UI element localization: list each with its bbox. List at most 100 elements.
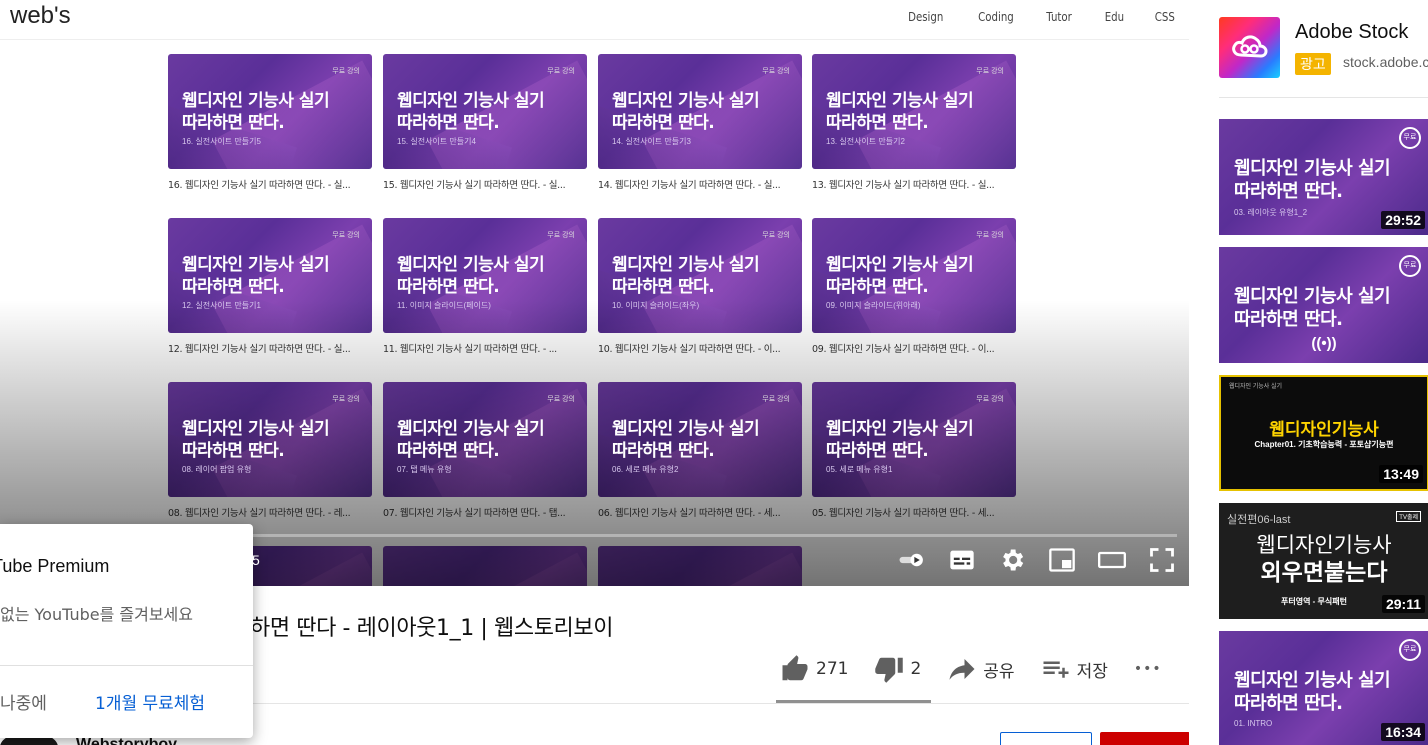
video-player[interactable]: web's Design Coding Tutor Edu CSS 무료 강의 웹디자인 … [0, 0, 1189, 586]
thumbnail-title: 웹디자인 기능사 실기 따라하면 딴다. [182, 254, 330, 298]
recommended-thumbnail[interactable]: 실전편06-last TV출제 웹디자인기능사 외우면붙는다 푸터영역 - 무식패턴 29… [1219, 503, 1428, 619]
course-card[interactable]: 무료 강의 웹디자인 기능사 실기 따라하면 딴다. 16. 실전사이트 만들기5 16… [168, 54, 372, 191]
course-caption[interactable]: 07. 웹디자인 기능사 실기 따라하면 딴다. - 탭... [383, 505, 587, 519]
duration-badge: 29:11 [1381, 595, 1425, 613]
course-card[interactable]: 무료 강의 웹디자인 기능사 실기 따라하면 딴다. 09. 이미지 슬라이드(위아래… [812, 218, 1016, 355]
share-arrow-icon [949, 659, 975, 680]
site-logo: web's [10, 2, 71, 29]
course-caption[interactable]: 12. 웹디자인 기능사 실기 따라하면 딴다. - 실... [168, 341, 372, 355]
more-actions-button[interactable]: ••• [1134, 661, 1162, 677]
course-caption[interactable]: 09. 웹디자인 기능사 실기 따라하면 딴다. - 이... [812, 341, 1016, 355]
ad-card[interactable]: Adobe Stock 광고 stock.adobe.com [1219, 17, 1428, 79]
course-caption[interactable]: 11. 웹디자인 기능사 실기 따라하면 딴다. - ... [383, 341, 587, 355]
course-card[interactable]: 무료 강의 웹디자인 기능사 실기 따라하면 딴다. 10. 이미지 슬라이드(좌우)… [598, 218, 802, 355]
sidebar: Adobe Stock 광고 stock.adobe.com 무료웹디자인 기능… [1189, 0, 1428, 745]
course-thumbnail[interactable] [598, 546, 802, 586]
course-card[interactable]: 무료 강의 웹디자인 기능사 실기 따라하면 딴다. 15. 실전사이트 만들기4 15… [383, 54, 587, 191]
thumbnail-title: 웹디자인 기능사 실기 따라하면 딴다. [612, 418, 760, 462]
course-thumbnail[interactable]: 무료 강의 웹디자인 기능사 실기 따라하면 딴다. 11. 이미지 슬라이드(페이드… [383, 218, 587, 333]
course-card[interactable]: 무료 강의 웹디자인 기능사 실기 따라하면 딴다. 12. 실전사이트 만들기1 12… [168, 218, 372, 355]
thumbnail-title-line1: 웹디자인 기능사 실기 [826, 91, 974, 111]
course-card[interactable]: 무료 강의 웹디자인 기능사 실기 따라하면 딴다. 08. 레이어 팝업 유형 08.… [168, 382, 372, 519]
theater-mode-button[interactable] [1097, 542, 1127, 578]
course-thumbnail[interactable] [383, 546, 587, 586]
course-thumbnail[interactable]: 무료 강의 웹디자인 기능사 실기 따라하면 딴다. 13. 실전사이트 만들기2 [812, 54, 1016, 169]
live-broadcast-icon: ((•)) [1311, 335, 1337, 352]
thumbnail-subtitle: 16. 실전사이트 만들기5 [182, 137, 261, 146]
recommended-thumbnail[interactable]: 웹디자인 기능사 실기 웹디자인기능사 Chapter01. 기초학습능력 - 포토… [1219, 375, 1428, 491]
thumbnail-title-line2: 따라하면 딴다. [182, 277, 285, 297]
recommended-video[interactable]: 실전편06-last TV출제 웹디자인기능사 외우면붙는다 푸터영역 - 무식패턴 29… [1219, 503, 1428, 619]
course-card[interactable]: 무료 강의 웹디자인 기능사 실기 따라하면 딴다. 13. 실전사이트 만들기2 13… [812, 54, 1016, 191]
course-thumbnail[interactable]: 무료 강의 웹디자인 기능사 실기 따라하면 딴다. 12. 실전사이트 만들기1 [168, 218, 372, 333]
course-card[interactable]: 무료 강의 웹디자인 기능사 실기 따라하면 딴다. 05. 세로 메뉴 유형1 05.… [812, 382, 1016, 519]
course-card[interactable]: 무료 강의 웹디자인 기능사 실기 따라하면 딴다. 06. 세로 메뉴 유형2 06.… [598, 382, 802, 519]
course-caption[interactable]: 16. 웹디자인 기능사 실기 따라하면 딴다. - 실... [168, 177, 372, 191]
thumbnail-caption: 실전편06-last [1227, 514, 1291, 526]
recommended-video[interactable]: 무료 웹디자인 기능사 실기 따라하면 딴다. 01. INTRO 16:34 [1219, 631, 1428, 745]
course-caption[interactable]: 06. 웹디자인 기능사 실기 따라하면 딴다. - 세... [598, 505, 802, 519]
course-card[interactable]: 무료 강의 웹디자인 기능사 실기 따라하면 딴다. 11. 이미지 슬라이드(페이드… [383, 218, 587, 355]
course-thumbnail[interactable]: 무료 강의 웹디자인 기능사 실기 따라하면 딴다. 06. 세로 메뉴 유형2 [598, 382, 802, 497]
like-button[interactable]: 271 [780, 654, 848, 684]
course-thumbnail[interactable]: 무료 강의 웹디자인 기능사 실기 따라하면 딴다. 10. 이미지 슬라이드(좌우) [598, 218, 802, 333]
course-card-partial[interactable] [598, 546, 802, 586]
thumbnail-caption: 웹디자인 기능사 실기 [1229, 384, 1283, 390]
course-thumbnail[interactable]: 무료 강의 웹디자인 기능사 실기 따라하면 딴다. 15. 실전사이트 만들기4 [383, 54, 587, 169]
subtitles-button[interactable] [947, 542, 977, 578]
course-thumbnail[interactable]: 무료 강의 웹디자인 기능사 실기 따라하면 딴다. 14. 실전사이트 만들기3 [598, 54, 802, 169]
course-card-partial[interactable] [383, 546, 587, 586]
course-caption[interactable]: 08. 웹디자인 기능사 실기 따라하면 딴다. - 레... [168, 505, 372, 519]
site-nav-item[interactable]: Edu [1104, 10, 1123, 24]
save-button[interactable]: 저장 [1041, 654, 1108, 684]
recommended-thumbnail[interactable]: 무료 웹디자인 기능사 실기 따라하면 딴다. ((•)) [1219, 247, 1428, 363]
divider [1219, 97, 1428, 98]
site-nav-item[interactable]: Tutor [1047, 10, 1073, 24]
recommended-video[interactable]: 웹디자인 기능사 실기 웹디자인기능사 Chapter01. 기초학습능력 - 포토… [1219, 375, 1428, 491]
course-caption[interactable]: 10. 웹디자인 기능사 실기 따라하면 딴다. - 이... [598, 341, 802, 355]
recommended-video[interactable]: 무료 웹디자인 기능사 실기 따라하면 딴다. 03. 레이아웃 유형1_2 29:52 [1219, 119, 1428, 235]
site-nav-item[interactable]: CSS [1155, 10, 1175, 24]
thumbnail-subtitle: 14. 실전사이트 만들기3 [612, 137, 691, 146]
miniplayer-icon [1049, 548, 1075, 572]
divider [250, 703, 1189, 704]
recommended-video[interactable]: 무료 웹디자인 기능사 실기 따라하면 딴다. ((•)) [1219, 247, 1428, 363]
fullscreen-button[interactable] [1147, 542, 1177, 578]
share-label: 공유 [983, 661, 1015, 682]
course-thumbnail[interactable]: 무료 강의 웹디자인 기능사 실기 따라하면 딴다. 09. 이미지 슬라이드(위아래… [812, 218, 1016, 333]
thumbnail-title-line1: 웹디자인 기능사 실기 [1234, 158, 1391, 179]
adobe-cc-logo-icon [1219, 17, 1280, 78]
settings-button[interactable] [997, 542, 1027, 578]
course-thumbnail[interactable]: 무료 강의 웹디자인 기능사 실기 따라하면 딴다. 07. 탭 메뉴 유형 [383, 382, 587, 497]
miniplayer-button[interactable] [1047, 542, 1077, 578]
join-button[interactable] [1000, 732, 1092, 745]
thumbnail-title-line1: 웹디자인 기능사 실기 [397, 91, 545, 111]
thumbnail-title-line1: 웹디자인 기능사 실기 [397, 255, 545, 275]
share-button[interactable]: 공유 [947, 654, 1015, 684]
course-card[interactable]: 무료 강의 웹디자인 기능사 실기 따라하면 딴다. 14. 실전사이트 만들기3 14… [598, 54, 802, 191]
course-card[interactable]: 무료 강의 웹디자인 기능사 실기 따라하면 딴다. 07. 탭 메뉴 유형 07. 웹… [383, 382, 587, 519]
autoplay-toggle[interactable] [897, 542, 927, 578]
free-trial-button[interactable]: 1개월 무료체험 [95, 689, 205, 714]
site-nav: Design Coding Tutor Edu CSS [877, 10, 1177, 24]
thumbnail-title: 웹디자인 기능사 실기 따라하면 딴다. [612, 90, 760, 134]
site-nav-item[interactable]: Design [908, 10, 943, 24]
course-caption[interactable]: 05. 웹디자인 기능사 실기 따라하면 딴다. - 세... [812, 505, 1016, 519]
course-caption[interactable]: 13. 웹디자인 기능사 실기 따라하면 딴다. - 실... [812, 177, 1016, 191]
ad-url: stock.adobe.com [1343, 54, 1428, 70]
later-button[interactable]: 나중에 [0, 689, 47, 714]
course-caption[interactable]: 14. 웹디자인 기능사 실기 따라하면 딴다. - 실... [598, 177, 802, 191]
recommended-thumbnail[interactable]: 무료 웹디자인 기능사 실기 따라하면 딴다. 01. INTRO 16:34 [1219, 631, 1428, 745]
site-nav-item[interactable]: Coding [978, 10, 1014, 24]
subscribe-button[interactable] [1100, 732, 1190, 745]
course-thumbnail[interactable]: 무료 강의 웹디자인 기능사 실기 따라하면 딴다. 08. 레이어 팝업 유형 [168, 382, 372, 497]
course-caption[interactable]: 15. 웹디자인 기능사 실기 따라하면 딴다. - 실... [383, 177, 587, 191]
recommended-thumbnail[interactable]: 무료 웹디자인 기능사 실기 따라하면 딴다. 03. 레이아웃 유형1_2 29:52 [1219, 119, 1428, 235]
dislike-button[interactable]: 2 [874, 654, 921, 684]
course-thumbnail[interactable]: 무료 강의 웹디자인 기능사 실기 따라하면 딴다. 05. 세로 메뉴 유형1 [812, 382, 1016, 497]
thumbnail-title: 웹디자인 기능사 실기 따라하면 딴다. [826, 418, 974, 462]
ad-badge: 광고 [1295, 53, 1331, 75]
free-badge: 무료 강의 [547, 68, 575, 75]
thumbnail-title-line2: 외우면붙는다 [1260, 560, 1388, 586]
course-thumbnail[interactable]: 무료 강의 웹디자인 기능사 실기 따라하면 딴다. 16. 실전사이트 만들기5 [168, 54, 372, 169]
